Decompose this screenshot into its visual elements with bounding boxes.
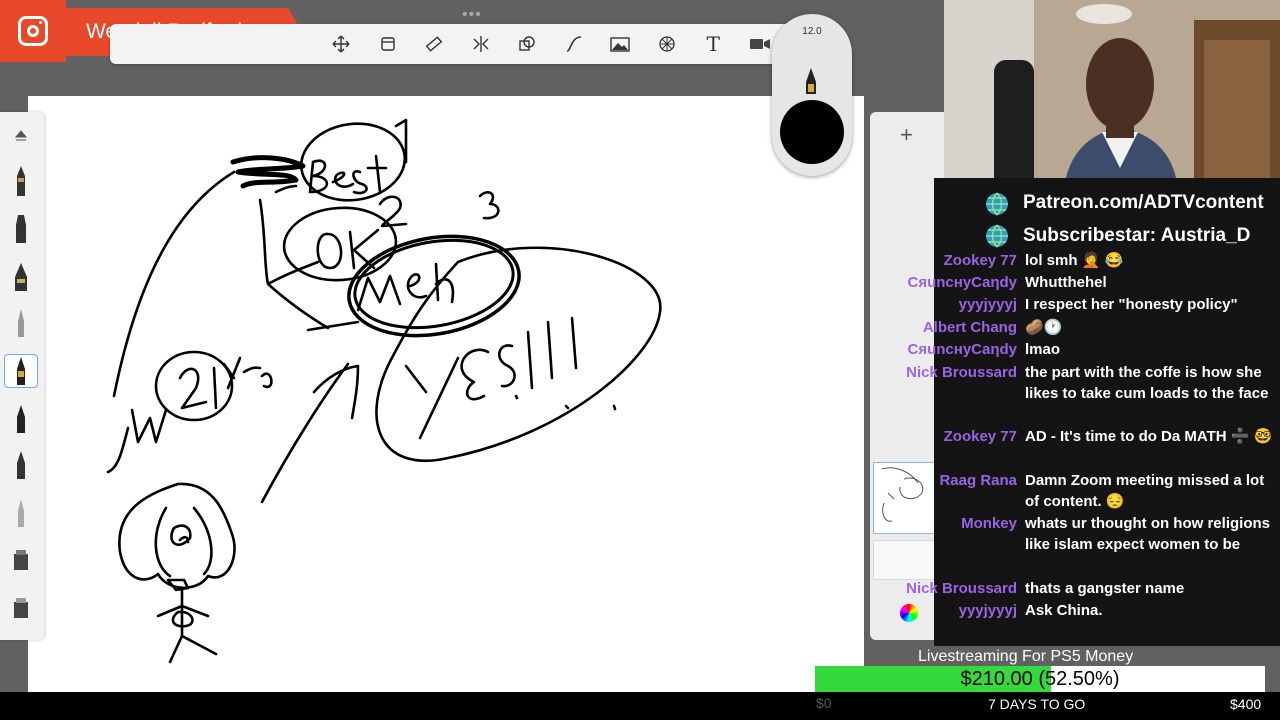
webcam-feed (944, 0, 1280, 190)
chat-message: whats ur thought on how religions like i… (1025, 515, 1270, 553)
subscribestar-link[interactable]: Subscribestar: Austria_D (1023, 225, 1250, 246)
marker-icon[interactable] (4, 212, 38, 246)
brush-library (0, 112, 44, 640)
ruler-icon[interactable] (411, 24, 458, 64)
instagram-badge (0, 0, 66, 62)
background-layer[interactable] (873, 540, 935, 580)
current-color-swatch[interactable] (780, 100, 844, 164)
blender-icon[interactable] (4, 496, 38, 530)
chat-username[interactable]: yyyjyyyj (777, 600, 1017, 621)
scribble (230, 155, 306, 189)
instagram-icon (18, 16, 48, 46)
arrow-up (260, 362, 360, 504)
pen-nib-icon[interactable] (804, 68, 818, 96)
paintbrush-icon[interactable] (4, 306, 38, 340)
chat-message: Whutthehel (1025, 274, 1107, 291)
jw-21 (178, 366, 218, 410)
image-icon[interactable] (597, 24, 644, 64)
chat-username[interactable]: CяuncнуCaηdy (777, 339, 1018, 360)
shape-icon[interactable] (504, 24, 551, 64)
curve-icon[interactable] (551, 24, 598, 64)
chat-username[interactable]: CяuncнуCaηdy (777, 272, 1018, 293)
chat-message: Damn Zoom meeting missed a lot of conten… (1025, 472, 1265, 510)
airbrush-icon[interactable] (4, 260, 38, 294)
stick-figure (118, 482, 236, 664)
goal-max: $400 (1230, 696, 1262, 712)
pencil-icon[interactable] (4, 164, 38, 198)
yrs-text (222, 356, 273, 390)
chat-message: thats a gangster name (1025, 580, 1185, 597)
collapse-icon[interactable] (4, 118, 38, 152)
fountain-pen-icon[interactable] (4, 402, 38, 436)
chat-username[interactable]: Zookey 77 (777, 250, 1017, 271)
goal-footer (0, 692, 1280, 720)
symmetry-icon[interactable] (458, 24, 505, 64)
chat-username[interactable]: Albert Chang (777, 317, 1017, 338)
chat-message: the part with the coffe is how she likes… (1025, 364, 1269, 402)
patreon-link[interactable]: Patreon.com/ADTVcontent (1023, 192, 1264, 213)
globe-icon (986, 192, 1008, 216)
chat-message: 🥔🕐 (1025, 319, 1063, 336)
chat-message: lmao (1025, 341, 1061, 358)
chat-username[interactable]: Zookey 77 (777, 426, 1017, 447)
stream-frame: Wendell Radford ••• T (0, 0, 1280, 720)
sketch-strokes (106, 118, 662, 664)
chat-username[interactable]: Raag Rana (777, 470, 1017, 491)
chat-username[interactable]: yyyjyyyj (777, 294, 1017, 315)
best-text (308, 154, 388, 195)
chat-username[interactable]: Nick Broussard (777, 362, 1017, 383)
transform-icon[interactable] (365, 24, 412, 64)
goal-title: Livestreaming For PS5 Money (918, 648, 1134, 665)
add-layer-button[interactable]: + (900, 122, 913, 148)
brush-size-readout[interactable]: 12.0 (772, 26, 852, 37)
arrow-line (112, 170, 236, 398)
brush-pen-icon[interactable] (4, 448, 38, 482)
chat-message: lol smh 🤦 😂 (1025, 252, 1124, 269)
ink-pen-icon[interactable] (4, 354, 38, 388)
connector (258, 198, 330, 330)
jw-text (106, 408, 168, 474)
eraser-icon[interactable] (4, 592, 38, 626)
goal-progress-bar: $210.00 (52.50%) (815, 666, 1265, 692)
app-toolbar: T (110, 24, 810, 64)
brush-panel: 12.0 (772, 14, 852, 176)
num-3 (478, 191, 500, 220)
move-icon[interactable] (318, 24, 365, 64)
chat-message: Ask China. (1025, 602, 1103, 619)
chat-username[interactable]: Monkey (777, 513, 1017, 534)
jw-bubble (154, 350, 234, 422)
toolbar-grip[interactable]: ••• (462, 6, 482, 24)
goal-amount: $210.00 (52.50%) (960, 667, 1120, 690)
globe-icon (986, 224, 1008, 248)
text-icon[interactable]: T (690, 24, 737, 64)
perspective-icon[interactable] (644, 24, 691, 64)
chat-username[interactable]: Nick Broussard (777, 578, 1017, 599)
chat-message: I respect her "honesty policy" (1025, 296, 1238, 313)
chat-message: AD - It's time to do Da MATH ➗ 🤓 (1025, 428, 1273, 445)
smudge-icon[interactable] (4, 544, 38, 578)
drawing-canvas[interactable] (28, 96, 864, 712)
goal-days-left: 7 DAYS TO GO (988, 696, 1086, 712)
num-2 (378, 195, 408, 228)
goal-min: $0 (816, 695, 832, 711)
